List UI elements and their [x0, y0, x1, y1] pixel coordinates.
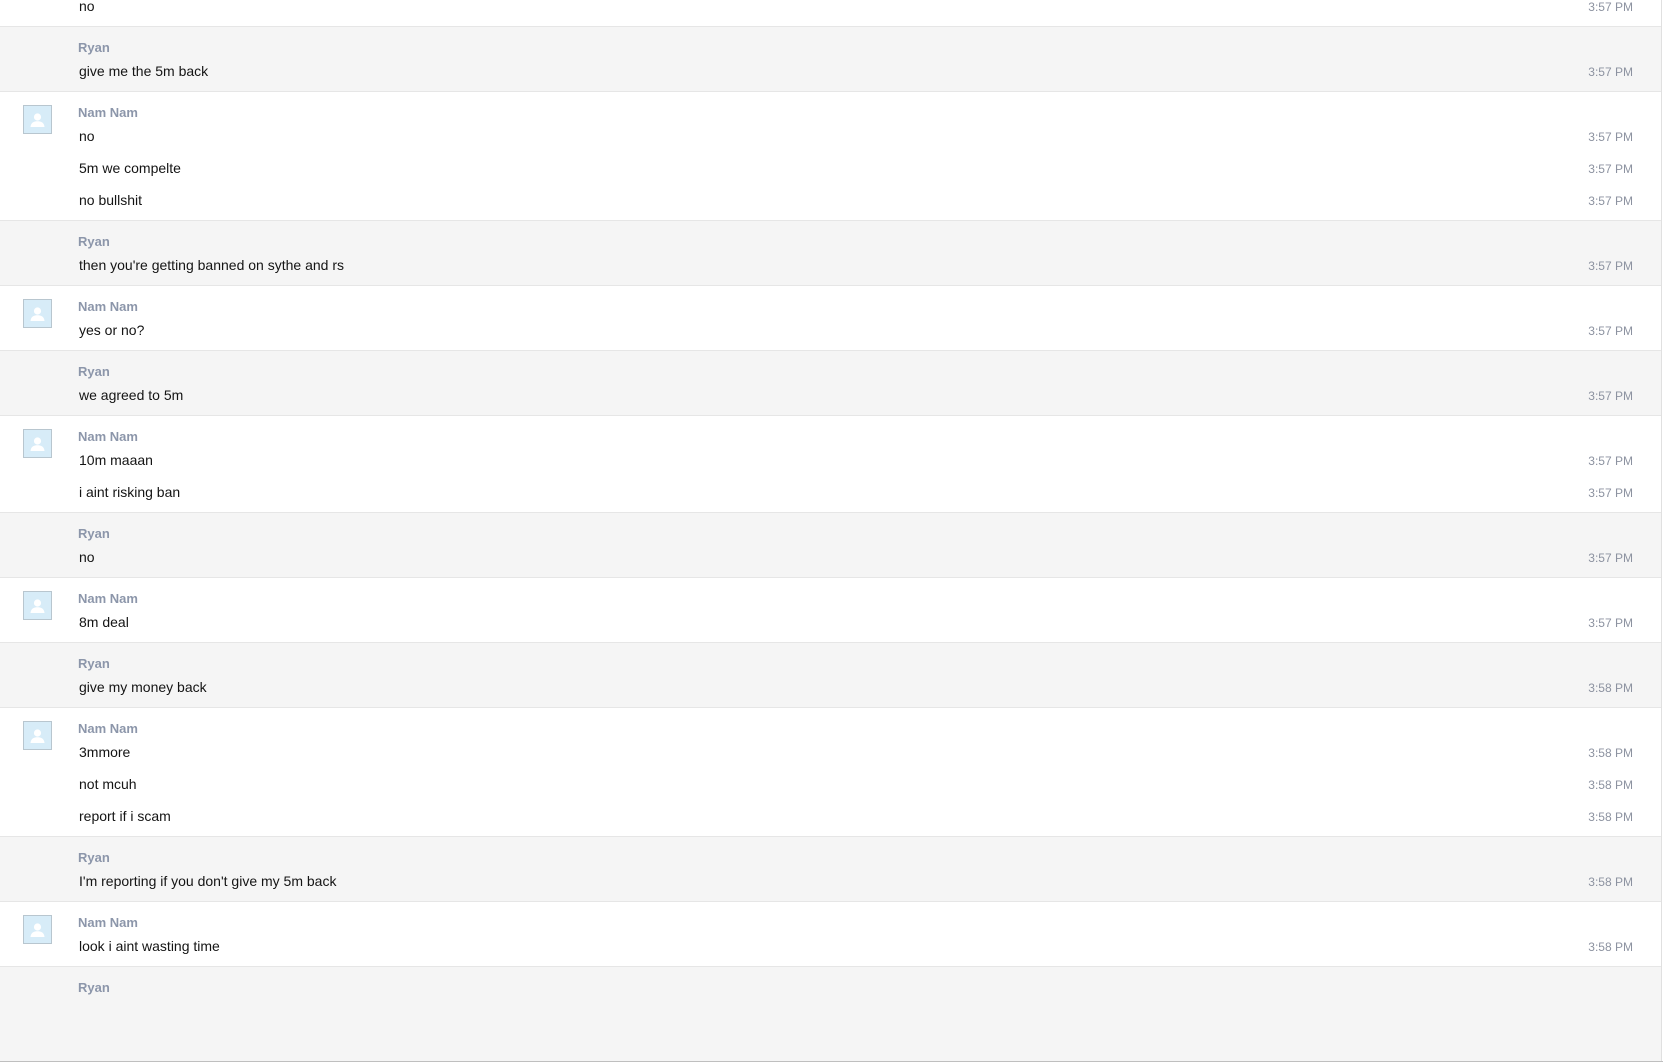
message-text: 10m maaan — [79, 452, 153, 468]
user-avatar-icon[interactable] — [23, 105, 52, 134]
message-timestamp: 3:57 PM — [1588, 551, 1633, 565]
sender-name: Nam Nam — [78, 429, 138, 444]
message-timestamp: 3:57 PM — [1588, 0, 1633, 14]
message-group: Ryan we agreed to 5m 3:57 PM — [0, 351, 1661, 416]
sender-name: Nam Nam — [78, 721, 138, 736]
message-group: Ryan I'm reporting if you don't give my … — [0, 837, 1661, 902]
message-text: 5m we compelte — [79, 160, 181, 176]
message-timestamp: 3:58 PM — [1588, 681, 1633, 695]
sender-name: Nam Nam — [78, 105, 138, 120]
message-group: Ryan give my money back 3:58 PM — [0, 643, 1661, 708]
sender-name: Ryan — [78, 364, 110, 379]
sender-name: Nam Nam — [78, 299, 138, 314]
message-text: no — [79, 549, 95, 565]
message-group: Nam Nam 10m maaan 3:57 PM i aint risking… — [0, 416, 1661, 513]
message-timestamp: 3:57 PM — [1588, 259, 1633, 273]
message-timestamp: 3:57 PM — [1588, 616, 1633, 630]
sender-name: Ryan — [78, 980, 110, 995]
message-timestamp: 3:57 PM — [1588, 389, 1633, 403]
message-text: 8m deal — [79, 614, 129, 630]
user-avatar-icon[interactable] — [23, 591, 52, 620]
message-text: report if i scam — [79, 808, 171, 824]
sender-name: Ryan — [78, 234, 110, 249]
chat-transcript[interactable]: no 3:57 PM Ryan give me the 5m back 3:57… — [0, 0, 1663, 1062]
message-text: yes or no? — [79, 322, 145, 338]
message-group: Nam Nam look i aint wasting time 3:58 PM — [0, 902, 1661, 967]
user-avatar-icon[interactable] — [23, 429, 52, 458]
message-text: not mcuh — [79, 776, 137, 792]
message-group: Ryan give me the 5m back 3:57 PM — [0, 27, 1661, 92]
message-timestamp: 3:58 PM — [1588, 940, 1633, 954]
message-text: look i aint wasting time — [79, 938, 220, 954]
message-group: Nam Nam no 3:57 PM 5m we compelte 3:57 P… — [0, 92, 1661, 221]
message-group: Nam Nam 3mmore 3:58 PM not mcuh 3:58 PM … — [0, 708, 1661, 837]
user-avatar-icon[interactable] — [23, 721, 52, 750]
message-text: give my money back — [79, 679, 207, 695]
message-timestamp: 3:57 PM — [1588, 324, 1633, 338]
message-text: we agreed to 5m — [79, 387, 184, 403]
sender-name: Ryan — [78, 656, 110, 671]
message-text: no — [79, 0, 95, 14]
message-text: i aint risking ban — [79, 484, 181, 500]
message-group: Ryan then you're getting banned on sythe… — [0, 221, 1661, 286]
message-timestamp: 3:58 PM — [1588, 778, 1633, 792]
message-text: give me the 5m back — [79, 63, 209, 79]
sender-name: Ryan — [78, 40, 110, 55]
message-timestamp: 3:57 PM — [1588, 65, 1633, 79]
message-timestamp: 3:57 PM — [1588, 130, 1633, 144]
message-timestamp: 3:58 PM — [1588, 875, 1633, 889]
message-text: then you're getting banned on sythe and … — [79, 257, 344, 273]
message-text: I'm reporting if you don't give my 5m ba… — [79, 873, 337, 889]
message-timestamp: 3:58 PM — [1588, 746, 1633, 760]
user-avatar-icon[interactable] — [23, 299, 52, 328]
message-group: no 3:57 PM — [0, 0, 1661, 27]
message-text: no bullshit — [79, 192, 143, 208]
message-timestamp: 3:57 PM — [1588, 194, 1633, 208]
pane-divider — [1661, 0, 1662, 1061]
message-group: Ryan no 3:57 PM — [0, 513, 1661, 578]
user-avatar-icon[interactable] — [23, 915, 52, 944]
sender-name: Ryan — [78, 526, 110, 541]
message-group: Nam Nam yes or no? 3:57 PM — [0, 286, 1661, 351]
message-text: 3mmore — [79, 744, 131, 760]
message-timestamp: 3:57 PM — [1588, 162, 1633, 176]
message-group: Nam Nam 8m deal 3:57 PM — [0, 578, 1661, 643]
message-group: Ryan — [0, 967, 1661, 1061]
sender-name: Nam Nam — [78, 591, 138, 606]
message-text: no — [79, 128, 95, 144]
message-timestamp: 3:57 PM — [1588, 454, 1633, 468]
message-timestamp: 3:57 PM — [1588, 486, 1633, 500]
sender-name: Nam Nam — [78, 915, 138, 930]
message-timestamp: 3:58 PM — [1588, 810, 1633, 824]
sender-name: Ryan — [78, 850, 110, 865]
